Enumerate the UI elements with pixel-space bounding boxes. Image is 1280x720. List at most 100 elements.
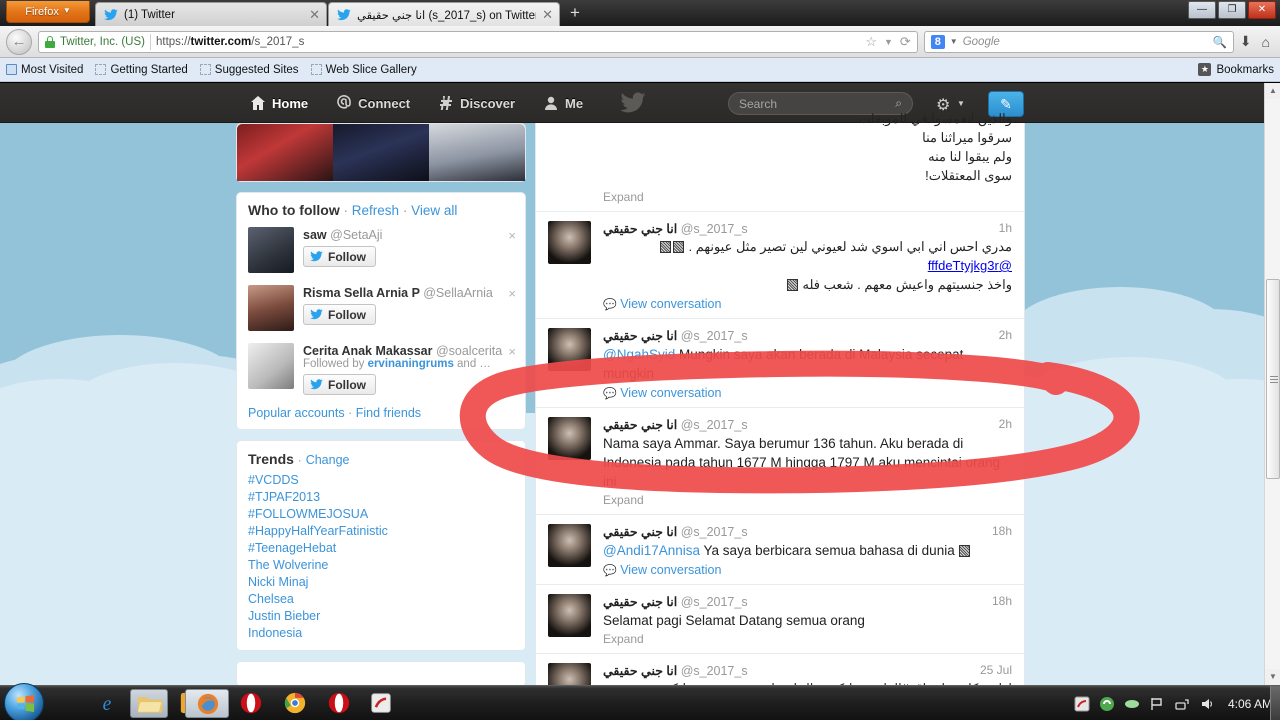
flag-action-center-icon[interactable] [1149,696,1165,712]
tweet-mention-link[interactable]: @NgahSyid [603,347,675,362]
avatar[interactable] [248,227,294,273]
address-bar[interactable]: Twitter, Inc. (US) https://twitter.com/s… [38,30,918,53]
tweet-row[interactable]: 18h انا جني حقيقي @s_2017_s Selamat pagi… [536,584,1024,653]
trend-item[interactable]: Chelsea [237,590,525,607]
tweet-timestamp[interactable]: 2h [999,328,1012,342]
avatar[interactable] [248,343,294,389]
find-friends-link[interactable]: Find friends [356,406,421,420]
photo-strip[interactable] [237,124,525,181]
search-icon[interactable]: 🔍 [1212,35,1226,49]
scroll-up-button[interactable]: ▲ [1265,83,1280,99]
taskbar-internet-explorer[interactable]: e [88,689,126,718]
window-maximize-button[interactable]: ❐ [1218,1,1246,19]
follow-button[interactable]: Follow [303,246,376,267]
trend-item[interactable]: #TeenageHebat [237,539,525,556]
start-button[interactable] [4,683,44,720]
avatar[interactable] [548,328,591,371]
dismiss-suggestion-icon[interactable]: × [508,286,516,301]
trend-item[interactable]: The Wolverine [237,556,525,573]
page-scrollbar[interactable]: ▲ ▼ [1264,83,1280,685]
dismiss-suggestion-icon[interactable]: × [508,228,516,243]
suggested-user-name[interactable]: Risma Sella Arnia P @SellaArnia [303,286,514,300]
browser-tab-2[interactable]: انا جني حقيقي (s_2017_s) on Twitter ✕ [328,2,560,26]
tweet-author[interactable]: انا جني حقيقي @s_2017_s [603,328,1012,344]
nav-item-home[interactable]: Home [236,83,322,123]
tweet-timestamp[interactable]: 25 Jul [980,663,1012,677]
avatar[interactable] [548,524,591,567]
tweet-timestamp[interactable]: 18h [992,524,1012,538]
trend-item[interactable]: Justin Bieber [237,607,525,624]
scrollbar-thumb[interactable] [1266,279,1280,479]
who-to-follow-refresh-link[interactable]: Refresh [352,203,399,218]
volume-icon[interactable] [1199,696,1215,712]
scroll-down-button[interactable]: ▼ [1265,669,1280,685]
tweet-mention-link[interactable]: @fffdeTtyjkg3r [928,258,1012,273]
tweet-row[interactable]: 25 Jul انا جني حقيقي @s_2017_s اول بركات… [536,653,1024,685]
dismiss-suggestion-icon[interactable]: × [508,344,516,359]
nav-item-connect[interactable]: Connect [322,83,424,123]
trend-item[interactable]: #HappyHalfYearFatinistic [237,522,525,539]
window-close-button[interactable]: ✕ [1248,1,1276,19]
view-conversation-link[interactable]: 💬 View conversation [603,386,1012,400]
suggested-user-name[interactable]: saw @SetaAji [303,228,514,242]
window-minimize-button[interactable]: — [1188,1,1216,19]
follow-button[interactable]: Follow [303,374,376,395]
photo-thumb[interactable] [333,124,429,181]
tweet-row[interactable]: 18h انا جني حقيقي @s_2017_s @Andi17Annis… [536,514,1024,584]
nav-item-discover[interactable]: Discover [424,83,529,123]
avatar[interactable] [548,663,591,685]
taskbar-clock[interactable]: 4:06 AM [1228,697,1272,711]
browser-tab-1[interactable]: (1) Twitter ✕ [95,2,327,26]
avatar[interactable] [548,417,591,460]
taskbar-google-chrome[interactable] [276,689,314,718]
tweet-author[interactable]: انا جني حقيقي @s_2017_s [603,221,1012,237]
expand-link[interactable]: Expand [603,493,1012,507]
photo-thumb[interactable] [237,124,333,181]
tweet-row[interactable]: 1h انا جني حقيقي @s_2017_s مدري احس اني … [536,211,1024,318]
tweet-row-highlighted[interactable]: 2h انا جني حقيقي @s_2017_s Nama saya Amm… [536,407,1024,514]
taskbar-windows-explorer[interactable] [130,689,168,718]
trend-item[interactable]: Nicki Minaj [237,573,525,590]
browser-tab-2-close-icon[interactable]: ✕ [542,7,553,23]
back-button[interactable]: ← [6,28,32,55]
reload-icon[interactable]: ⟳ [900,34,911,50]
avatar[interactable] [548,594,591,637]
show-desktop-button[interactable] [1270,686,1280,720]
tweet-row[interactable]: 2h انا جني حقيقي @s_2017_s @NgahSyid Mun… [536,318,1024,407]
taskbar-camtasia[interactable] [362,689,400,718]
taskbar-opera-2[interactable] [320,689,358,718]
chevron-down-icon[interactable]: ▼ [957,99,965,108]
bookmark-most-visited[interactable]: Most Visited [6,64,83,76]
tweet-partial-top[interactable]: والذين انغمسوا في الموبقات سرقوا ميراثنا… [536,109,1024,211]
chevron-down-icon[interactable]: ▼ [884,37,893,47]
trends-change-link[interactable]: Change [306,453,350,467]
network-icon[interactable] [1174,696,1190,712]
taskbar-opera[interactable] [232,689,270,718]
expand-link[interactable]: Expand [603,190,1012,204]
shield-tray-icon[interactable] [1124,696,1140,712]
view-conversation-link[interactable]: 💬 View conversation [603,563,1012,577]
trend-item[interactable]: Indonesia [237,624,525,641]
sync-tray-icon[interactable] [1099,696,1115,712]
downloads-icon[interactable]: ⬇ [1240,33,1252,50]
tweet-mention-link[interactable]: @Andi17Annisa [603,543,700,558]
tweet-timestamp[interactable]: 18h [992,594,1012,608]
browser-tab-1-close-icon[interactable]: ✕ [309,7,320,23]
tweet-author[interactable]: انا جني حقيقي @s_2017_s [603,524,1012,540]
popular-accounts-link[interactable]: Popular accounts [248,406,345,420]
trend-item[interactable]: #TJPAF2013 [237,488,525,505]
bookmarks-menu-button[interactable]: ★ Bookmarks [1198,63,1274,76]
tweet-author[interactable]: انا جني حقيقي @s_2017_s [603,663,1012,679]
bookmark-star-icon[interactable]: ☆ [865,34,877,50]
avatar[interactable] [548,221,591,264]
bookmark-getting-started[interactable]: Getting Started [95,64,188,76]
follow-button[interactable]: Follow [303,304,376,325]
trend-item[interactable]: #FOLLOWMEJOSUA [237,505,525,522]
firefox-app-button[interactable]: Firefox ▼ [6,1,90,23]
browser-search-bar[interactable]: 8 ▼ Google 🔍 [923,30,1234,53]
camtasia-tray-icon[interactable] [1074,696,1090,712]
chevron-down-icon[interactable]: ▼ [950,37,958,46]
bookmark-web-slice-gallery[interactable]: Web Slice Gallery [310,64,417,76]
view-conversation-link[interactable]: 💬 View conversation [603,297,1012,311]
home-icon[interactable]: ⌂ [1262,34,1270,50]
